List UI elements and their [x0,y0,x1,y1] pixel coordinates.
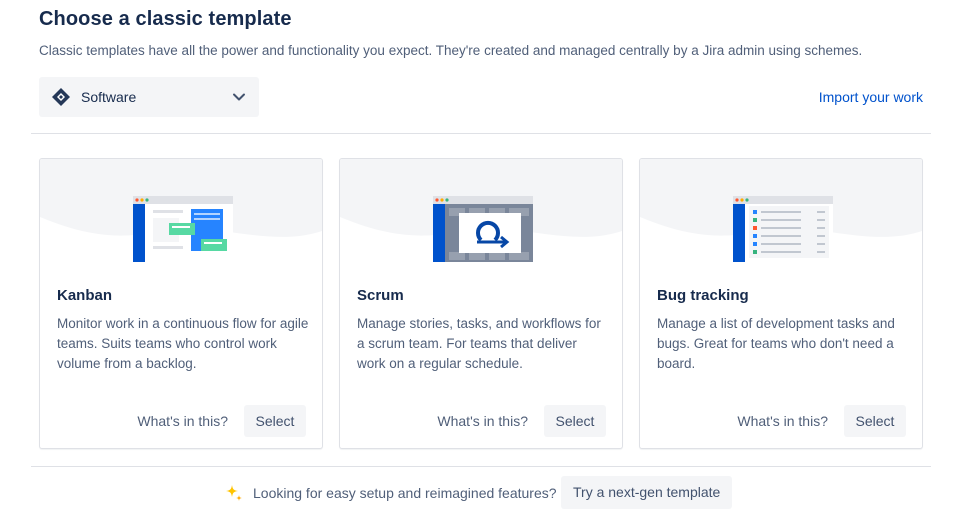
page-title: Choose a classic template [39,8,292,30]
template-card-scrum[interactable]: Scrum Manage stories, tasks, and workflo… [339,158,623,449]
import-work-link[interactable]: Import your work [819,89,923,105]
card-description: Manage a list of development tasks and b… [657,316,895,371]
product-type-value: Software [81,89,137,105]
card-description: Monitor work in a continuous flow for ag… [57,316,309,371]
jira-software-icon [51,87,71,107]
template-card-bug-tracking[interactable]: Bug tracking Manage a list of developmen… [639,158,923,449]
divider [31,466,931,467]
try-next-gen-button[interactable]: Try a next-gen template [561,476,733,509]
card-title: Kanban [57,287,113,304]
whats-in-this-link[interactable]: What's in this? [737,405,828,437]
template-card-kanban[interactable]: Kanban Monitor work in a continuous flow… [39,158,323,449]
card-title: Bug tracking [657,287,749,304]
divider [31,133,931,134]
whats-in-this-link[interactable]: What's in this? [137,405,228,437]
product-type-select[interactable]: Software [39,77,259,117]
whats-in-this-link[interactable]: What's in this? [437,405,528,437]
chevron-down-icon [231,89,247,105]
card-description: Manage stories, tasks, and workflows for… [357,316,601,371]
card-title: Scrum [357,287,404,304]
bug-list-illustration [733,196,833,262]
sparkle-icon [223,482,245,504]
next-gen-promo: Looking for easy setup and reimagined fe… [0,476,976,510]
scrum-sprint-illustration [433,196,533,262]
promo-text: Looking for easy setup and reimagined fe… [253,485,557,501]
kanban-board-illustration [133,196,233,262]
select-button[interactable]: Select [244,405,306,437]
select-button[interactable]: Select [844,405,906,437]
page-subtitle: Classic templates have all the power and… [39,43,863,58]
select-button[interactable]: Select [544,405,606,437]
